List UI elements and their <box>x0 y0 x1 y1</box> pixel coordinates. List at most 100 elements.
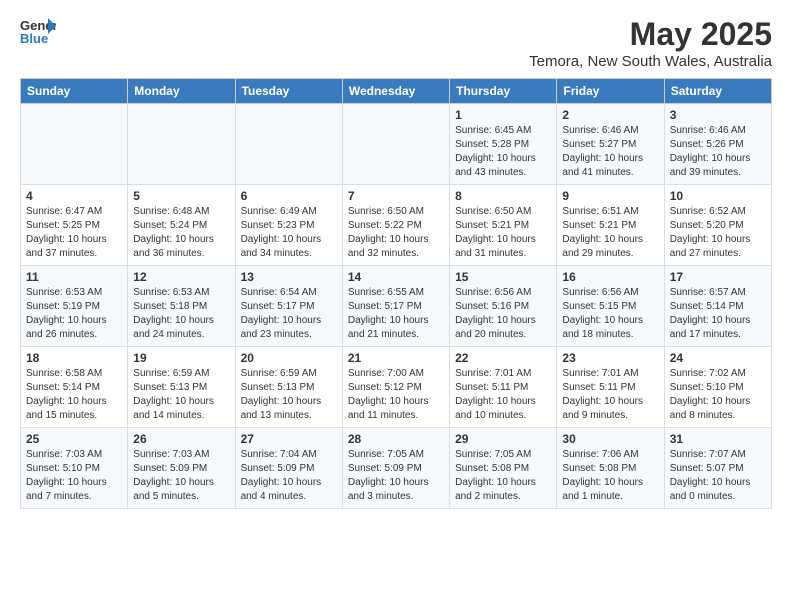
cell-w3-d2: 13 Sunrise: 6:54 AMSunset: 5:17 PMDayligh… <box>235 266 342 347</box>
day-info: Sunrise: 6:46 AMSunset: 5:27 PMDaylight:… <box>562 124 658 180</box>
week-row-5: 25 Sunrise: 7:03 AMSunset: 5:10 PMDayligh… <box>21 428 772 509</box>
cell-w5-d3: 28 Sunrise: 7:05 AMSunset: 5:09 PMDayligh… <box>342 428 449 509</box>
day-number: 1 <box>455 108 551 122</box>
logo: General Blue <box>20 16 56 46</box>
cell-w3-d0: 11 Sunrise: 6:53 AMSunset: 5:19 PMDayligh… <box>21 266 128 347</box>
cell-w2-d6: 10 Sunrise: 6:52 AMSunset: 5:20 PMDayligh… <box>664 185 771 266</box>
day-info: Sunrise: 7:01 AMSunset: 5:11 PMDaylight:… <box>562 367 658 423</box>
day-info: Sunrise: 6:59 AMSunset: 5:13 PMDaylight:… <box>241 367 337 423</box>
day-number: 6 <box>241 189 337 203</box>
cell-w5-d1: 26Sunrise: 7:03 AMSunset: 5:09 PMDayligh… <box>128 428 235 509</box>
cell-w1-d5: 2 Sunrise: 6:46 AMSunset: 5:27 PMDaylight… <box>557 104 664 185</box>
day-info: Sunrise: 6:48 AMSunset: 5:24 PMDaylight:… <box>133 205 229 261</box>
cell-w4-d4: 22 Sunrise: 7:01 AMSunset: 5:11 PMDayligh… <box>450 347 557 428</box>
day-number: 14 <box>348 270 444 284</box>
day-number: 18 <box>26 351 122 365</box>
day-info: Sunrise: 7:00 AMSunset: 5:12 PMDaylight:… <box>348 367 444 423</box>
day-info: Sunrise: 7:05 AMSunset: 5:08 PMDaylight:… <box>455 448 551 504</box>
cell-w3-d1: 12Sunrise: 6:53 AMSunset: 5:18 PMDayligh… <box>128 266 235 347</box>
cell-w2-d2: 6 Sunrise: 6:49 AMSunset: 5:23 PMDaylight… <box>235 185 342 266</box>
day-info: Sunrise: 6:58 AMSunset: 5:14 PMDaylight:… <box>26 367 122 423</box>
day-info: Sunrise: 6:50 AMSunset: 5:21 PMDaylight:… <box>455 205 551 261</box>
day-number: 5 <box>133 189 229 203</box>
day-info: Sunrise: 6:56 AMSunset: 5:15 PMDaylight:… <box>562 286 658 342</box>
day-info: Sunrise: 7:03 AMSunset: 5:09 PMDaylight:… <box>133 448 229 504</box>
day-info: Sunrise: 6:53 AMSunset: 5:18 PMDaylight:… <box>133 286 229 342</box>
week-row-1: 1Sunrise: 6:45 AMSunset: 5:28 PMDaylight… <box>21 104 772 185</box>
cell-w3-d6: 17 Sunrise: 6:57 AMSunset: 5:14 PMDayligh… <box>664 266 771 347</box>
col-tuesday: Tuesday <box>235 79 342 104</box>
day-number: 7 <box>348 189 444 203</box>
header: General Blue May 2025 Temora, New South … <box>20 16 772 70</box>
day-number: 21 <box>348 351 444 365</box>
day-info: Sunrise: 7:05 AMSunset: 5:09 PMDaylight:… <box>348 448 444 504</box>
cell-w5-d6: 31Sunrise: 7:07 AMSunset: 5:07 PMDayligh… <box>664 428 771 509</box>
week-row-4: 18 Sunrise: 6:58 AMSunset: 5:14 PMDayligh… <box>21 347 772 428</box>
day-info: Sunrise: 7:06 AMSunset: 5:08 PMDaylight:… <box>562 448 658 504</box>
day-info: Sunrise: 6:49 AMSunset: 5:23 PMDaylight:… <box>241 205 337 261</box>
day-info: Sunrise: 6:55 AMSunset: 5:17 PMDaylight:… <box>348 286 444 342</box>
day-info: Sunrise: 6:47 AMSunset: 5:25 PMDaylight:… <box>26 205 122 261</box>
day-number: 13 <box>241 270 337 284</box>
svg-text:Blue: Blue <box>20 31 48 46</box>
day-number: 9 <box>562 189 658 203</box>
cell-w1-d0 <box>21 104 128 185</box>
cell-w5-d2: 27Sunrise: 7:04 AMSunset: 5:09 PMDayligh… <box>235 428 342 509</box>
day-number: 23 <box>562 351 658 365</box>
cell-w4-d2: 20 Sunrise: 6:59 AMSunset: 5:13 PMDayligh… <box>235 347 342 428</box>
day-number: 16 <box>562 270 658 284</box>
cell-w4-d1: 19 Sunrise: 6:59 AMSunset: 5:13 PMDayligh… <box>128 347 235 428</box>
cell-w4-d0: 18 Sunrise: 6:58 AMSunset: 5:14 PMDayligh… <box>21 347 128 428</box>
page-subtitle: Temora, New South Wales, Australia <box>529 53 772 70</box>
day-info: Sunrise: 6:52 AMSunset: 5:20 PMDaylight:… <box>670 205 766 261</box>
day-number: 2 <box>562 108 658 122</box>
page: General Blue May 2025 Temora, New South … <box>0 0 792 519</box>
day-number: 28 <box>348 432 444 446</box>
cell-w1-d6: 3 Sunrise: 6:46 AMSunset: 5:26 PMDaylight… <box>664 104 771 185</box>
day-info: Sunrise: 6:50 AMSunset: 5:22 PMDaylight:… <box>348 205 444 261</box>
day-number: 29 <box>455 432 551 446</box>
day-number: 10 <box>670 189 766 203</box>
col-wednesday: Wednesday <box>342 79 449 104</box>
day-info: Sunrise: 6:46 AMSunset: 5:26 PMDaylight:… <box>670 124 766 180</box>
cell-w4-d5: 23 Sunrise: 7:01 AMSunset: 5:11 PMDayligh… <box>557 347 664 428</box>
cell-w2-d5: 9 Sunrise: 6:51 AMSunset: 5:21 PMDaylight… <box>557 185 664 266</box>
day-number: 11 <box>26 270 122 284</box>
day-number: 15 <box>455 270 551 284</box>
cell-w1-d1 <box>128 104 235 185</box>
col-saturday: Saturday <box>664 79 771 104</box>
col-thursday: Thursday <box>450 79 557 104</box>
day-info: Sunrise: 7:01 AMSunset: 5:11 PMDaylight:… <box>455 367 551 423</box>
day-info: Sunrise: 6:57 AMSunset: 5:14 PMDaylight:… <box>670 286 766 342</box>
day-number: 24 <box>670 351 766 365</box>
header-row: Sunday Monday Tuesday Wednesday Thursday… <box>21 79 772 104</box>
cell-w2-d0: 4 Sunrise: 6:47 AMSunset: 5:25 PMDaylight… <box>21 185 128 266</box>
cell-w1-d3 <box>342 104 449 185</box>
cell-w2-d3: 7 Sunrise: 6:50 AMSunset: 5:22 PMDaylight… <box>342 185 449 266</box>
col-friday: Friday <box>557 79 664 104</box>
cell-w1-d4: 1Sunrise: 6:45 AMSunset: 5:28 PMDaylight… <box>450 104 557 185</box>
day-number: 25 <box>26 432 122 446</box>
cell-w1-d2 <box>235 104 342 185</box>
day-info: Sunrise: 6:54 AMSunset: 5:17 PMDaylight:… <box>241 286 337 342</box>
day-info: Sunrise: 7:03 AMSunset: 5:10 PMDaylight:… <box>26 448 122 504</box>
day-info: Sunrise: 6:51 AMSunset: 5:21 PMDaylight:… <box>562 205 658 261</box>
day-number: 22 <box>455 351 551 365</box>
cell-w2-d1: 5 Sunrise: 6:48 AMSunset: 5:24 PMDaylight… <box>128 185 235 266</box>
col-monday: Monday <box>128 79 235 104</box>
day-info: Sunrise: 6:53 AMSunset: 5:19 PMDaylight:… <box>26 286 122 342</box>
day-number: 3 <box>670 108 766 122</box>
title-area: May 2025 Temora, New South Wales, Austra… <box>529 16 772 70</box>
cell-w5-d4: 29 Sunrise: 7:05 AMSunset: 5:08 PMDayligh… <box>450 428 557 509</box>
day-number: 17 <box>670 270 766 284</box>
cell-w4-d6: 24Sunrise: 7:02 AMSunset: 5:10 PMDayligh… <box>664 347 771 428</box>
day-info: Sunrise: 6:59 AMSunset: 5:13 PMDaylight:… <box>133 367 229 423</box>
day-number: 19 <box>133 351 229 365</box>
day-number: 4 <box>26 189 122 203</box>
calendar-table: Sunday Monday Tuesday Wednesday Thursday… <box>20 78 772 509</box>
day-number: 20 <box>241 351 337 365</box>
day-number: 27 <box>241 432 337 446</box>
cell-w5-d5: 30Sunrise: 7:06 AMSunset: 5:08 PMDayligh… <box>557 428 664 509</box>
day-number: 8 <box>455 189 551 203</box>
day-number: 31 <box>670 432 766 446</box>
